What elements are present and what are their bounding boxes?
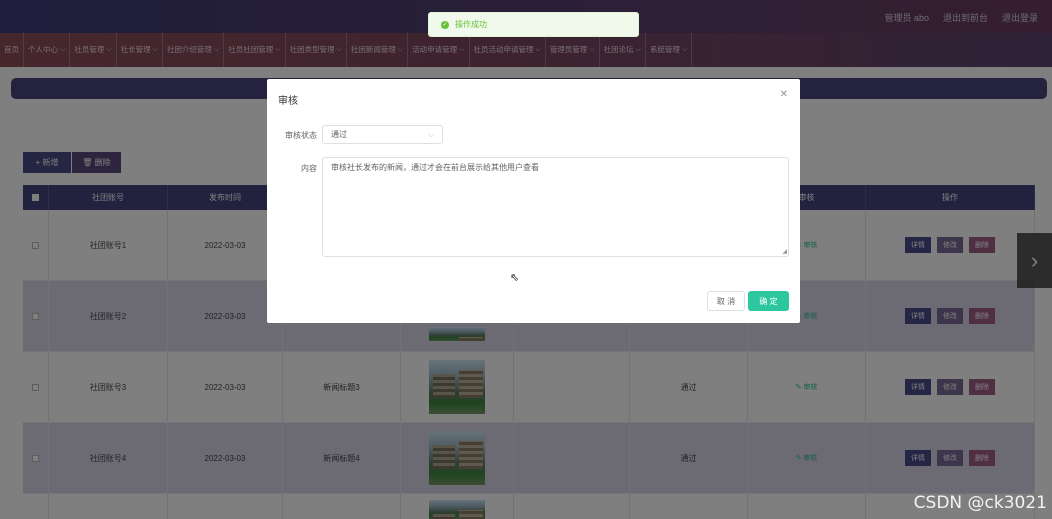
status-label: 审核状态 [285,131,317,140]
content-text: 审核社长发布的新闻，通过才会在前台展示给其他用户查看 [331,163,539,172]
select-value: 通过 [331,130,347,139]
chevron-down-icon: ⌵ [427,129,434,139]
dialog-title: 审核 [278,96,298,107]
toast-message: 操作成功 [455,20,487,29]
close-icon[interactable]: ✕ [780,89,788,100]
content-label: 内容 [301,164,317,173]
content-textarea[interactable]: 审核社长发布的新闻，通过才会在前台展示给其他用户查看 ◢ [322,157,789,257]
audit-dialog: 审核 ✕ 审核状态 通过 ⌵ 内容 审核社长发布的新闻，通过才会在前台展示给其他… [267,79,800,323]
check-circle-icon: ✓ [441,20,449,29]
success-toast: ✓ 操作成功 [428,12,639,37]
watermark: CSDN @ck3021 [913,493,1047,513]
cancel-button[interactable]: 取 消 [707,291,745,311]
resize-handle-icon[interactable]: ◢ [782,248,787,255]
mouse-cursor-icon: ⇖ [510,272,520,284]
confirm-button[interactable]: 确 定 [748,291,789,311]
audit-status-select[interactable]: 通过 ⌵ [322,125,443,144]
